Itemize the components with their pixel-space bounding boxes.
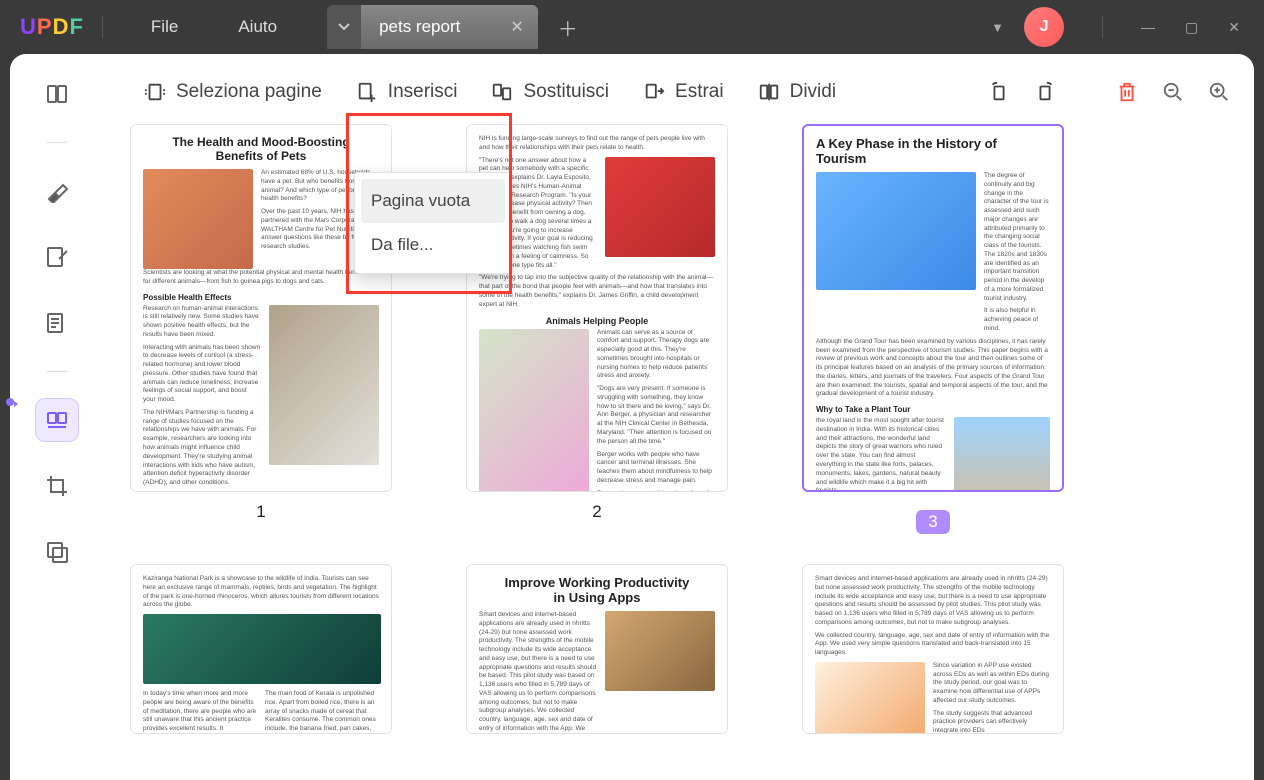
menu-help[interactable]: Aiuto (208, 17, 307, 37)
app-logo: UPDF (20, 14, 84, 40)
extract-label: Estrai (675, 81, 724, 103)
extract-icon (643, 81, 665, 103)
page-heading: A Key Phase in the History of Tourism (816, 136, 1050, 166)
close-button[interactable]: ✕ (1228, 19, 1240, 36)
page-number: 3 (916, 510, 949, 534)
edit-text-icon[interactable] (35, 235, 79, 279)
toolbar: Seleziona pagine Inserisci Sostituisci E… (104, 54, 1254, 120)
divider (1102, 16, 1103, 38)
reader-mode-icon[interactable] (35, 72, 79, 116)
titlebar: UPDF File Aiuto pets report ✕ ＋ ▼ J — ▢ … (0, 0, 1264, 54)
image-placeholder (605, 611, 715, 691)
rail-handle[interactable] (6, 398, 14, 406)
main-area: Seleziona pagine Inserisci Sostituisci E… (10, 54, 1254, 780)
maximize-button[interactable]: ▢ (1185, 19, 1198, 36)
chevron-down-icon[interactable]: ▼ (991, 20, 1004, 35)
page-number: 2 (466, 502, 728, 522)
image-placeholder (605, 157, 715, 257)
watermark-icon[interactable] (35, 530, 79, 574)
insert-label: Inserisci (388, 81, 458, 103)
split-button[interactable]: Dividi (758, 81, 836, 103)
insert-button[interactable]: Inserisci (356, 81, 458, 103)
page-subheading: Animals Helping People (479, 316, 715, 326)
replace-label: Sostituisci (523, 81, 609, 103)
document-tab[interactable]: pets report ✕ (361, 5, 538, 49)
replace-icon (491, 81, 513, 103)
image-placeholder (143, 169, 253, 269)
image-placeholder (815, 662, 925, 734)
select-pages-icon (144, 81, 166, 103)
delete-icon[interactable] (1116, 81, 1138, 103)
split-icon (758, 81, 780, 103)
extract-button[interactable]: Estrai (643, 81, 724, 103)
page-thumbnail[interactable]: Smart devices and internet-based applica… (802, 564, 1064, 734)
image-placeholder (143, 614, 381, 684)
user-avatar[interactable]: J (1024, 7, 1064, 47)
page-heading: Improve Working Productivityin Using App… (479, 575, 715, 605)
tab-close-icon[interactable]: ✕ (510, 17, 523, 37)
minimize-button[interactable]: — (1141, 19, 1155, 36)
page-thumbnail[interactable]: The Health and Mood-BoostingBenefits of … (130, 124, 392, 492)
insert-from-file-item[interactable]: Da file... (361, 223, 505, 267)
left-rail (10, 54, 104, 780)
insert-icon (356, 81, 378, 103)
image-placeholder (479, 329, 589, 492)
insert-dropdown: Pagina vuota Da file... (354, 172, 512, 274)
page-heading: The Health and Mood-BoostingBenefits of … (143, 135, 379, 163)
zoom-out-icon[interactable] (1162, 81, 1184, 103)
split-label: Dividi (790, 81, 836, 103)
zoom-in-icon[interactable] (1208, 81, 1230, 103)
select-pages-label: Seleziona pagine (176, 81, 322, 103)
insert-blank-page-item[interactable]: Pagina vuota (361, 179, 505, 223)
menu-file[interactable]: File (121, 17, 208, 37)
page-number: 1 (130, 502, 392, 522)
select-pages-button[interactable]: Seleziona pagine (144, 81, 322, 103)
divider (102, 16, 103, 38)
page-subheading: Why to Take a Plant Tour (816, 405, 1050, 414)
rotate-left-icon[interactable] (988, 81, 1010, 103)
page-thumbnail[interactable]: A Key Phase in the History of Tourism Th… (802, 124, 1064, 492)
separator (47, 371, 67, 372)
image-placeholder (954, 417, 1050, 492)
crop-icon[interactable] (35, 464, 79, 508)
page-subheading: Possible Health Effects (143, 293, 379, 302)
tab-prev-button[interactable] (327, 5, 361, 49)
replace-button[interactable]: Sostituisci (491, 81, 609, 103)
organize-pages-icon[interactable] (35, 398, 79, 442)
tab-title: pets report (379, 17, 460, 37)
image-placeholder (816, 172, 976, 290)
new-tab-button[interactable]: ＋ (558, 13, 578, 42)
separator (47, 142, 67, 143)
page-thumbnail[interactable]: Kaziranga National Park is a showcase to… (130, 564, 392, 734)
ocr-icon[interactable] (35, 301, 79, 345)
rotate-right-icon[interactable] (1034, 81, 1056, 103)
highlighter-icon[interactable] (35, 169, 79, 213)
pages-grid: The Health and Mood-BoostingBenefits of … (130, 124, 1214, 780)
image-placeholder (269, 305, 379, 465)
page-thumbnail[interactable]: Improve Working Productivityin Using App… (466, 564, 728, 734)
